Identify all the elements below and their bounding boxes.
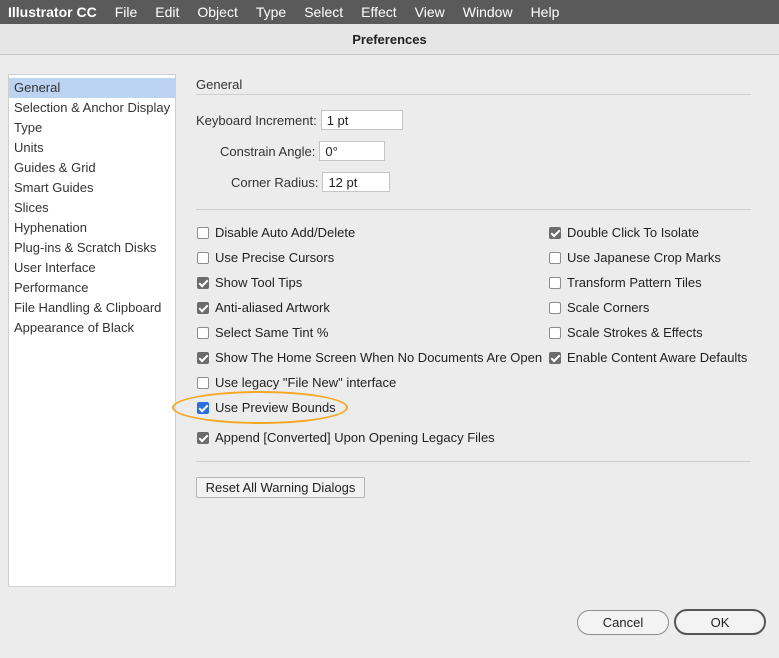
menu-help[interactable]: Help — [531, 4, 560, 20]
checkbox-checked-icon — [197, 276, 209, 289]
checkbox-icon — [549, 301, 561, 314]
option-label: Anti-aliased Artwork — [215, 300, 330, 315]
option-disable-auto-add-delete[interactable]: Disable Auto Add/Delete — [197, 225, 355, 240]
sidebar-item-plugins-scratch-disks[interactable]: Plug-ins & Scratch Disks — [9, 238, 175, 258]
checkbox-icon — [197, 376, 209, 389]
keyboard-increment-row: Keyboard Increment: — [196, 110, 403, 130]
dialog-title: Preferences — [352, 31, 427, 47]
sidebar-item-type[interactable]: Type — [9, 118, 175, 138]
option-label: Use Preview Bounds — [215, 400, 336, 415]
option-label: Use Japanese Crop Marks — [567, 250, 721, 265]
checkbox-checked-icon — [549, 226, 561, 239]
option-scale-corners[interactable]: Scale Corners — [549, 300, 649, 315]
keyboard-increment-input[interactable] — [320, 110, 403, 130]
section-title: General — [196, 77, 243, 92]
constrain-angle-row: Constrain Angle: — [220, 141, 386, 161]
option-double-click-to-isolate[interactable]: Double Click To Isolate — [549, 225, 699, 240]
option-label: Enable Content Aware Defaults — [567, 350, 748, 365]
checkbox-checked-icon — [197, 351, 209, 364]
option-label: Scale Corners — [567, 300, 650, 315]
option-use-precise-cursors[interactable]: Use Precise Cursors — [197, 250, 334, 265]
menu-bar: Illustrator CC File Edit Object Type Sel… — [0, 0, 779, 24]
checkbox-icon — [197, 326, 209, 339]
option-label: Use Precise Cursors — [215, 250, 335, 265]
checkbox-icon — [549, 251, 561, 264]
checkbox-icon — [549, 326, 561, 339]
option-label: Double Click To Isolate — [567, 225, 699, 240]
menu-select[interactable]: Select — [304, 4, 343, 20]
reset-warning-dialogs-button[interactable]: Reset All Warning Dialogs — [196, 477, 365, 498]
option-label: Scale Strokes & Effects — [567, 325, 703, 340]
option-use-japanese-crop-marks[interactable]: Use Japanese Crop Marks — [549, 250, 721, 265]
sidebar-item-hyphenation[interactable]: Hyphenation — [9, 218, 175, 238]
sidebar-item-general[interactable]: General — [9, 78, 175, 98]
option-label: Use legacy "File New" interface — [215, 375, 397, 390]
option-use-preview-bounds[interactable]: Use Preview Bounds — [197, 400, 336, 415]
sidebar-item-appearance-of-black[interactable]: Appearance of Black — [9, 318, 175, 338]
menu-file[interactable]: File — [115, 4, 138, 20]
checkbox-checked-icon — [549, 351, 561, 364]
option-label: Select Same Tint % — [215, 325, 329, 340]
option-show-home-screen[interactable]: Show The Home Screen When No Documents A… — [197, 350, 542, 365]
app-menu[interactable]: Illustrator CC — [8, 4, 97, 20]
checkbox-icon — [197, 251, 209, 264]
fields-divider — [196, 209, 751, 210]
preferences-category-list: General Selection & Anchor Display Type … — [8, 74, 176, 587]
options-divider — [196, 461, 751, 462]
option-append-converted[interactable]: Append [Converted] Upon Opening Legacy F… — [197, 430, 495, 445]
option-label: Show The Home Screen When No Documents A… — [215, 350, 543, 365]
corner-radius-input[interactable] — [322, 172, 391, 192]
menu-object[interactable]: Object — [197, 4, 237, 20]
corner-radius-row: Corner Radius: — [231, 172, 391, 192]
menu-edit[interactable]: Edit — [155, 4, 179, 20]
sidebar-item-slices[interactable]: Slices — [9, 198, 175, 218]
option-select-same-tint[interactable]: Select Same Tint % — [197, 325, 328, 340]
option-label: Transform Pattern Tiles — [567, 275, 702, 290]
menu-type[interactable]: Type — [256, 4, 286, 20]
checkbox-checked-icon — [197, 301, 209, 314]
option-scale-strokes-effects[interactable]: Scale Strokes & Effects — [549, 325, 703, 340]
option-label: Disable Auto Add/Delete — [215, 225, 356, 240]
keyboard-increment-label: Keyboard Increment: — [196, 112, 317, 128]
dialog-titlebar: Preferences — [0, 24, 779, 55]
option-enable-content-aware-defaults[interactable]: Enable Content Aware Defaults — [549, 350, 747, 365]
option-anti-aliased-artwork[interactable]: Anti-aliased Artwork — [197, 300, 330, 315]
cancel-button[interactable]: Cancel — [577, 610, 669, 635]
sidebar-item-guides-grid[interactable]: Guides & Grid — [9, 158, 175, 178]
checkbox-checked-icon — [197, 431, 209, 444]
sidebar-item-selection-anchor-display[interactable]: Selection & Anchor Display — [9, 98, 175, 118]
option-show-tool-tips[interactable]: Show Tool Tips — [197, 275, 302, 290]
checkbox-icon — [197, 226, 209, 239]
constrain-angle-input[interactable] — [319, 141, 386, 161]
sidebar-item-units[interactable]: Units — [9, 138, 175, 158]
section-divider — [196, 94, 751, 95]
checkbox-icon — [549, 276, 561, 289]
menu-window[interactable]: Window — [463, 4, 513, 20]
option-label: Append [Converted] Upon Opening Legacy F… — [215, 430, 495, 445]
constrain-angle-label: Constrain Angle: — [220, 143, 316, 159]
sidebar-item-performance[interactable]: Performance — [9, 278, 175, 298]
option-label: Show Tool Tips — [215, 275, 303, 290]
corner-radius-label: Corner Radius: — [231, 174, 319, 190]
menu-effect[interactable]: Effect — [361, 4, 397, 20]
sidebar-item-smart-guides[interactable]: Smart Guides — [9, 178, 175, 198]
checkbox-checked-icon — [197, 401, 209, 414]
menu-view[interactable]: View — [415, 4, 445, 20]
option-transform-pattern-tiles[interactable]: Transform Pattern Tiles — [549, 275, 702, 290]
sidebar-item-file-handling-clipboard[interactable]: File Handling & Clipboard — [9, 298, 175, 318]
ok-button[interactable]: OK — [674, 609, 766, 635]
option-use-legacy-file-new[interactable]: Use legacy "File New" interface — [197, 375, 396, 390]
sidebar-item-user-interface[interactable]: User Interface — [9, 258, 175, 278]
